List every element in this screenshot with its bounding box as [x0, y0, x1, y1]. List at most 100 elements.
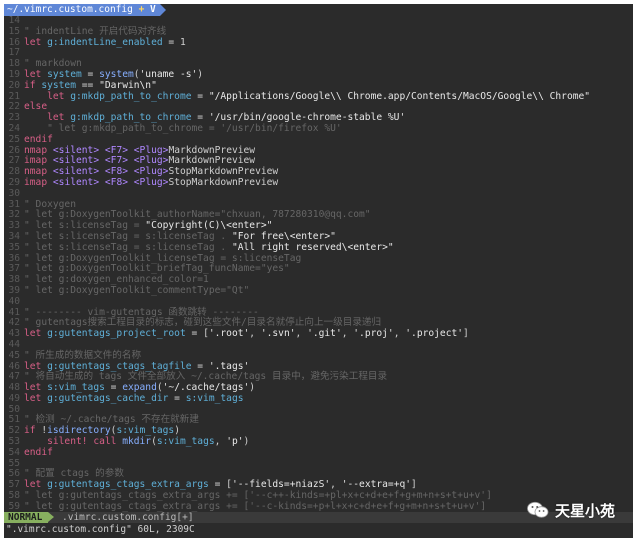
code-token: " gutentags搜索工程目录的标志，碰到这些文件/目录名就停止向上一级目录… — [24, 317, 382, 329]
code-token: " 将自动生成的 tags 文件全部放入 ~/.cache/tags 目录中，避… — [24, 371, 388, 383]
code-token: "Darwin\n" — [99, 79, 157, 91]
code-token: "For free\<enter>" — [231, 230, 336, 242]
code-token: '.tags' — [208, 360, 250, 372]
code-line[interactable]: 21 let g:mkdp_path_to_chrome = "/Applica… — [4, 90, 633, 103]
line-number: 25 — [8, 133, 20, 145]
code-line[interactable]: 16 let g:indentLine_enabled = 1 — [4, 36, 633, 49]
code-line[interactable]: 17 — [4, 48, 633, 59]
line-number: 20 — [8, 79, 20, 91]
watermark: 天星小苑 — [527, 497, 615, 523]
code-token: <silent> — [52, 166, 100, 178]
code-token: = — [168, 392, 186, 404]
code-token: " let g:gutentags_ctags_extra_args += ['… — [24, 500, 487, 512]
wechat-icon — [527, 501, 549, 519]
code-token: '--extra=+q' — [341, 479, 412, 491]
code-token: g:indentLine_enabled — [47, 36, 163, 48]
code-token: '/usr/bin/google-chrome-stable %U' — [208, 112, 406, 124]
code-token: s:vim_tags — [47, 382, 105, 394]
code-token: '--fields=+niazS' — [231, 479, 331, 491]
code-token: let — [24, 328, 48, 340]
code-line[interactable]: 39 " let g:DoxygenToolkit_commentType="Qt… — [4, 284, 633, 297]
code-line[interactable]: 24 " let g:mkdp_path_to_chrome = '/usr/b… — [4, 122, 633, 135]
code-token: = — [191, 112, 209, 124]
code-token: <Plug> — [133, 155, 169, 167]
code-token: s:vim_tags — [116, 425, 175, 437]
code-token: = — [208, 479, 227, 491]
line-number: 15 — [8, 25, 20, 37]
code-token: endif — [24, 446, 53, 458]
code-token: = — [191, 90, 209, 102]
code-token: imap — [24, 155, 53, 167]
code-token: ) — [249, 382, 256, 394]
code-token: <F8> — [104, 166, 128, 178]
code-token: , — [214, 436, 227, 448]
code-token: == — [75, 79, 100, 91]
code-token: s:vim_tags — [156, 436, 215, 448]
code-token: " 检测 ~/.cache/tags 不存在就新建 — [24, 414, 199, 426]
code-token: " let g:DoxygenToolkit_licenseTag = s:li… — [24, 252, 302, 264]
command-line[interactable]: ".vimrc.custom.config" 60L, 2309C — [4, 524, 633, 536]
code-token: "/Applications/Google\\ Chrome.app/Conte… — [208, 90, 591, 102]
code-token: mkdir — [122, 436, 152, 448]
line-number: 45 — [8, 349, 20, 361]
code-token: , — [249, 328, 261, 340]
code-token: ) — [197, 68, 204, 80]
code-token: g:gutentags_ctags_extra_args — [47, 479, 209, 491]
code-token: system — [99, 68, 134, 80]
code-token: <Plug> — [133, 144, 169, 156]
code-token: if — [24, 425, 42, 437]
vim-window: ~/.vimrc.custom.config + V 14 15 " indentL… — [4, 4, 633, 538]
code-token: '.git' — [307, 328, 342, 340]
code-token: " markdown — [24, 58, 82, 70]
code-token: let — [24, 68, 48, 80]
code-token: <Plug> — [133, 176, 169, 188]
code-token: nmap — [24, 144, 53, 156]
code-token: '.proj' — [353, 328, 394, 340]
code-line[interactable]: 43 let g:gutentags_project_root = ['.root… — [4, 328, 633, 340]
code-token: 'uname -s' — [139, 68, 198, 80]
tabline: ~/.vimrc.custom.config + V — [4, 4, 633, 16]
code-token: if — [24, 79, 42, 91]
tab-separator-arrow — [160, 4, 166, 16]
code-token: " let s:licenseTag = s:licenseTag . — [24, 230, 232, 242]
code-token: '~/.cache/tags' — [162, 382, 250, 394]
code-token: <F7> — [104, 144, 128, 156]
code-token: StopMarkdownPreview — [168, 176, 279, 188]
modified-flag: + — [138, 4, 145, 15]
code-token: " Doxygen — [24, 198, 76, 210]
code-token: let — [47, 112, 71, 124]
code-token: <silent> — [52, 144, 100, 156]
editor-buffer[interactable]: 14 15 " indentLine 开启代码对齐线 16 let g:indentLi… — [4, 15, 633, 523]
statusline-filename: .vimrc.custom.config[+] — [62, 512, 194, 523]
code-token: let — [24, 479, 48, 491]
vim-logo-icon: V — [150, 4, 156, 15]
code-line[interactable]: 49 let g:gutentags_cache_dir = s:vim_tags — [4, 392, 633, 405]
tab-vimrc-custom-config[interactable]: ~/.vimrc.custom.config + V — [4, 4, 160, 16]
code-line[interactable]: 29 imap <silent> <F8> <Plug>StopMarkdownP… — [4, 176, 633, 189]
code-token: else — [24, 101, 48, 113]
code-token: = — [104, 382, 123, 394]
code-line[interactable]: 30 — [4, 188, 633, 200]
code-token: " let g:DoxygenToolkit_commentType="Qt" — [24, 284, 250, 296]
code-line[interactable]: 53 silent! call mkdir(s:vim_tags, 'p') — [4, 436, 633, 448]
code-token: " 配置 ctags 的参数 — [24, 468, 124, 480]
code-token: let — [24, 382, 48, 394]
code-token: let — [24, 36, 48, 48]
code-token: ] — [411, 479, 417, 491]
code-token: MarkdownPreview — [168, 144, 256, 156]
code-line[interactable]: 54 endif — [4, 446, 633, 459]
code-token: " let g:mkdp_path_to_chrome = '/usr/bin/… — [24, 122, 342, 134]
code-token: let — [47, 90, 71, 102]
code-token: isdirectory — [47, 425, 111, 437]
code-token: MarkdownPreview — [168, 155, 256, 167]
code-token: <Plug> — [133, 166, 169, 178]
code-token: "All right reserved\<enter>" — [231, 241, 394, 253]
code-token: ] — [463, 328, 469, 340]
code-token: , — [393, 328, 406, 340]
code-token: g:gutentags_cache_dir — [47, 392, 169, 404]
code-token: ) — [174, 425, 180, 437]
code-token: "Copyright(C)\<enter>" — [145, 220, 273, 232]
tab-label: ~/.vimrc.custom.config — [7, 4, 133, 15]
